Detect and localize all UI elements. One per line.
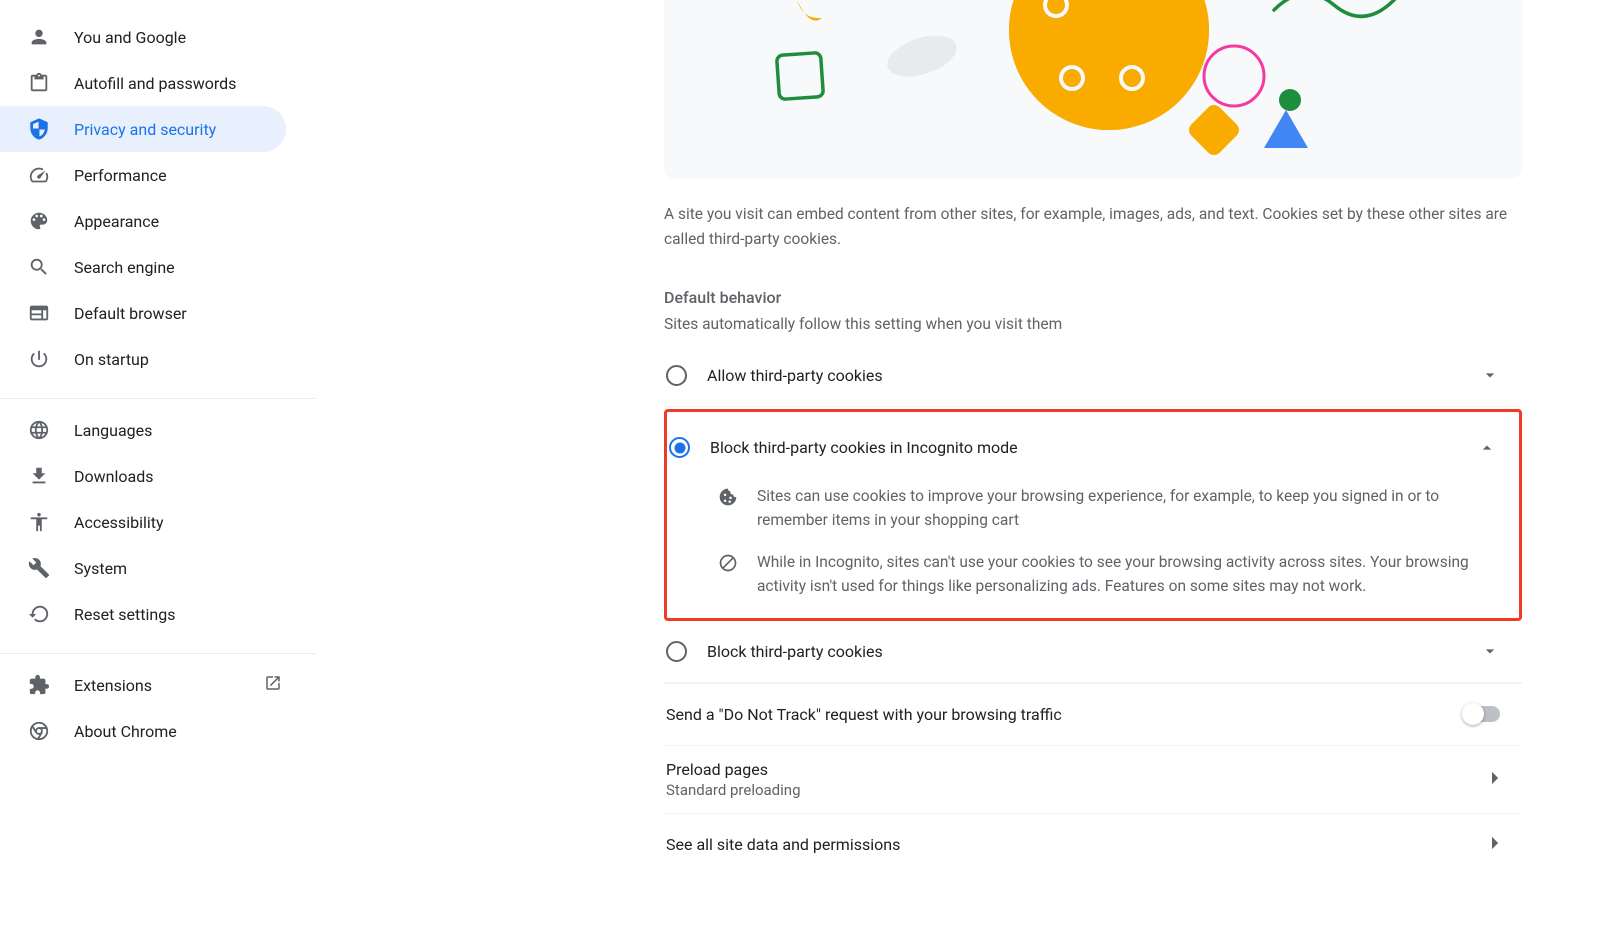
setting-sublabel: Standard preloading [666, 781, 1471, 799]
wrench-icon [28, 557, 50, 579]
sidebar-item-autofill[interactable]: Autofill and passwords [0, 60, 286, 106]
toggle-off[interactable] [1464, 706, 1500, 722]
extension-icon [28, 674, 50, 696]
chevron-down-icon[interactable] [1480, 365, 1500, 385]
power-icon [28, 348, 50, 370]
hero-illustration [664, 0, 1522, 178]
block-icon [717, 550, 739, 598]
option-label: Block third-party cookies in Incognito m… [710, 438, 1457, 457]
open-in-new-icon [264, 674, 282, 696]
chevron-right-icon [1491, 835, 1500, 854]
person-icon [28, 26, 50, 48]
sidebar-item-label: Languages [74, 421, 286, 440]
sidebar-item-default-browser[interactable]: Default browser [0, 290, 286, 336]
palette-icon [28, 210, 50, 232]
setting-label: See all site data and permissions [666, 835, 1471, 854]
main-content: A site you visit can embed content from … [316, 0, 1600, 934]
download-icon [28, 465, 50, 487]
sidebar-item-label: Default browser [74, 304, 286, 323]
sidebar-item-label: System [74, 559, 286, 578]
sidebar-item-about[interactable]: About Chrome [0, 708, 286, 754]
sidebar-item-label: Autofill and passwords [74, 74, 286, 93]
settings-sidebar: You and Google Autofill and passwords Pr… [0, 0, 316, 934]
setting-do-not-track[interactable]: Send a "Do Not Track" request with your … [664, 683, 1522, 745]
explanation-text: Sites can use cookies to improve your br… [757, 484, 1497, 532]
sidebar-item-downloads[interactable]: Downloads [0, 453, 286, 499]
chevron-up-icon[interactable] [1477, 438, 1497, 458]
chevron-down-icon[interactable] [1480, 641, 1500, 661]
radio-unselected-icon[interactable] [666, 365, 687, 386]
sidebar-item-label: Reset settings [74, 605, 286, 624]
sidebar-item-label: Performance [74, 166, 286, 185]
sidebar-item-label: Appearance [74, 212, 286, 231]
option-block-all[interactable]: Block third-party cookies [664, 621, 1522, 683]
sidebar-item-label: Extensions [74, 676, 240, 695]
radio-selected-icon[interactable] [669, 437, 690, 458]
chrome-icon [28, 720, 50, 742]
sidebar-item-label: Search engine [74, 258, 286, 277]
speedometer-icon [28, 164, 50, 186]
radio-unselected-icon[interactable] [666, 641, 687, 662]
divider [0, 653, 316, 654]
sidebar-item-appearance[interactable]: Appearance [0, 198, 286, 244]
explanation-row: While in Incognito, sites can't use your… [667, 540, 1519, 606]
sidebar-item-reset[interactable]: Reset settings [0, 591, 286, 637]
sidebar-item-label: About Chrome [74, 722, 286, 741]
explanation-row: Sites can use cookies to improve your br… [667, 474, 1519, 540]
option-block-incognito[interactable]: Block third-party cookies in Incognito m… [667, 412, 1519, 474]
intro-text: A site you visit can embed content from … [664, 178, 1522, 252]
sidebar-item-privacy[interactable]: Privacy and security [0, 106, 286, 152]
cookie-icon [717, 484, 739, 532]
explanation-text: While in Incognito, sites can't use your… [757, 550, 1497, 598]
accessibility-icon [28, 511, 50, 533]
divider [0, 398, 316, 399]
shield-icon [28, 118, 50, 140]
setting-see-all-site-data[interactable]: See all site data and permissions [664, 813, 1522, 875]
sidebar-item-you-google[interactable]: You and Google [0, 14, 286, 60]
sidebar-item-label: Accessibility [74, 513, 286, 532]
chevron-right-icon [1491, 770, 1500, 789]
sidebar-item-extensions[interactable]: Extensions [0, 662, 286, 708]
sidebar-item-accessibility[interactable]: Accessibility [0, 499, 286, 545]
clipboard-icon [28, 72, 50, 94]
highlighted-option-box: Block third-party cookies in Incognito m… [664, 409, 1522, 621]
option-label: Allow third-party cookies [707, 366, 1460, 385]
sidebar-item-label: On startup [74, 350, 286, 369]
setting-preload-pages[interactable]: Preload pages Standard preloading [664, 745, 1522, 813]
browser-icon [28, 302, 50, 324]
sidebar-item-on-startup[interactable]: On startup [0, 336, 286, 382]
option-label: Block third-party cookies [707, 642, 1460, 661]
setting-label: Preload pages [666, 760, 1471, 779]
search-icon [28, 256, 50, 278]
sidebar-item-search-engine[interactable]: Search engine [0, 244, 286, 290]
sidebar-item-label: Downloads [74, 467, 286, 486]
default-behavior-subtitle: Sites automatically follow this setting … [664, 315, 1522, 333]
option-allow-third-party[interactable]: Allow third-party cookies [664, 345, 1522, 407]
sidebar-item-system[interactable]: System [0, 545, 286, 591]
globe-icon [28, 419, 50, 441]
sidebar-item-performance[interactable]: Performance [0, 152, 286, 198]
sidebar-item-languages[interactable]: Languages [0, 407, 286, 453]
sidebar-item-label: You and Google [74, 28, 286, 47]
sidebar-item-label: Privacy and security [74, 120, 286, 139]
default-behavior-title: Default behavior [664, 288, 1522, 307]
restore-icon [28, 603, 50, 625]
setting-label: Send a "Do Not Track" request with your … [666, 705, 1444, 724]
